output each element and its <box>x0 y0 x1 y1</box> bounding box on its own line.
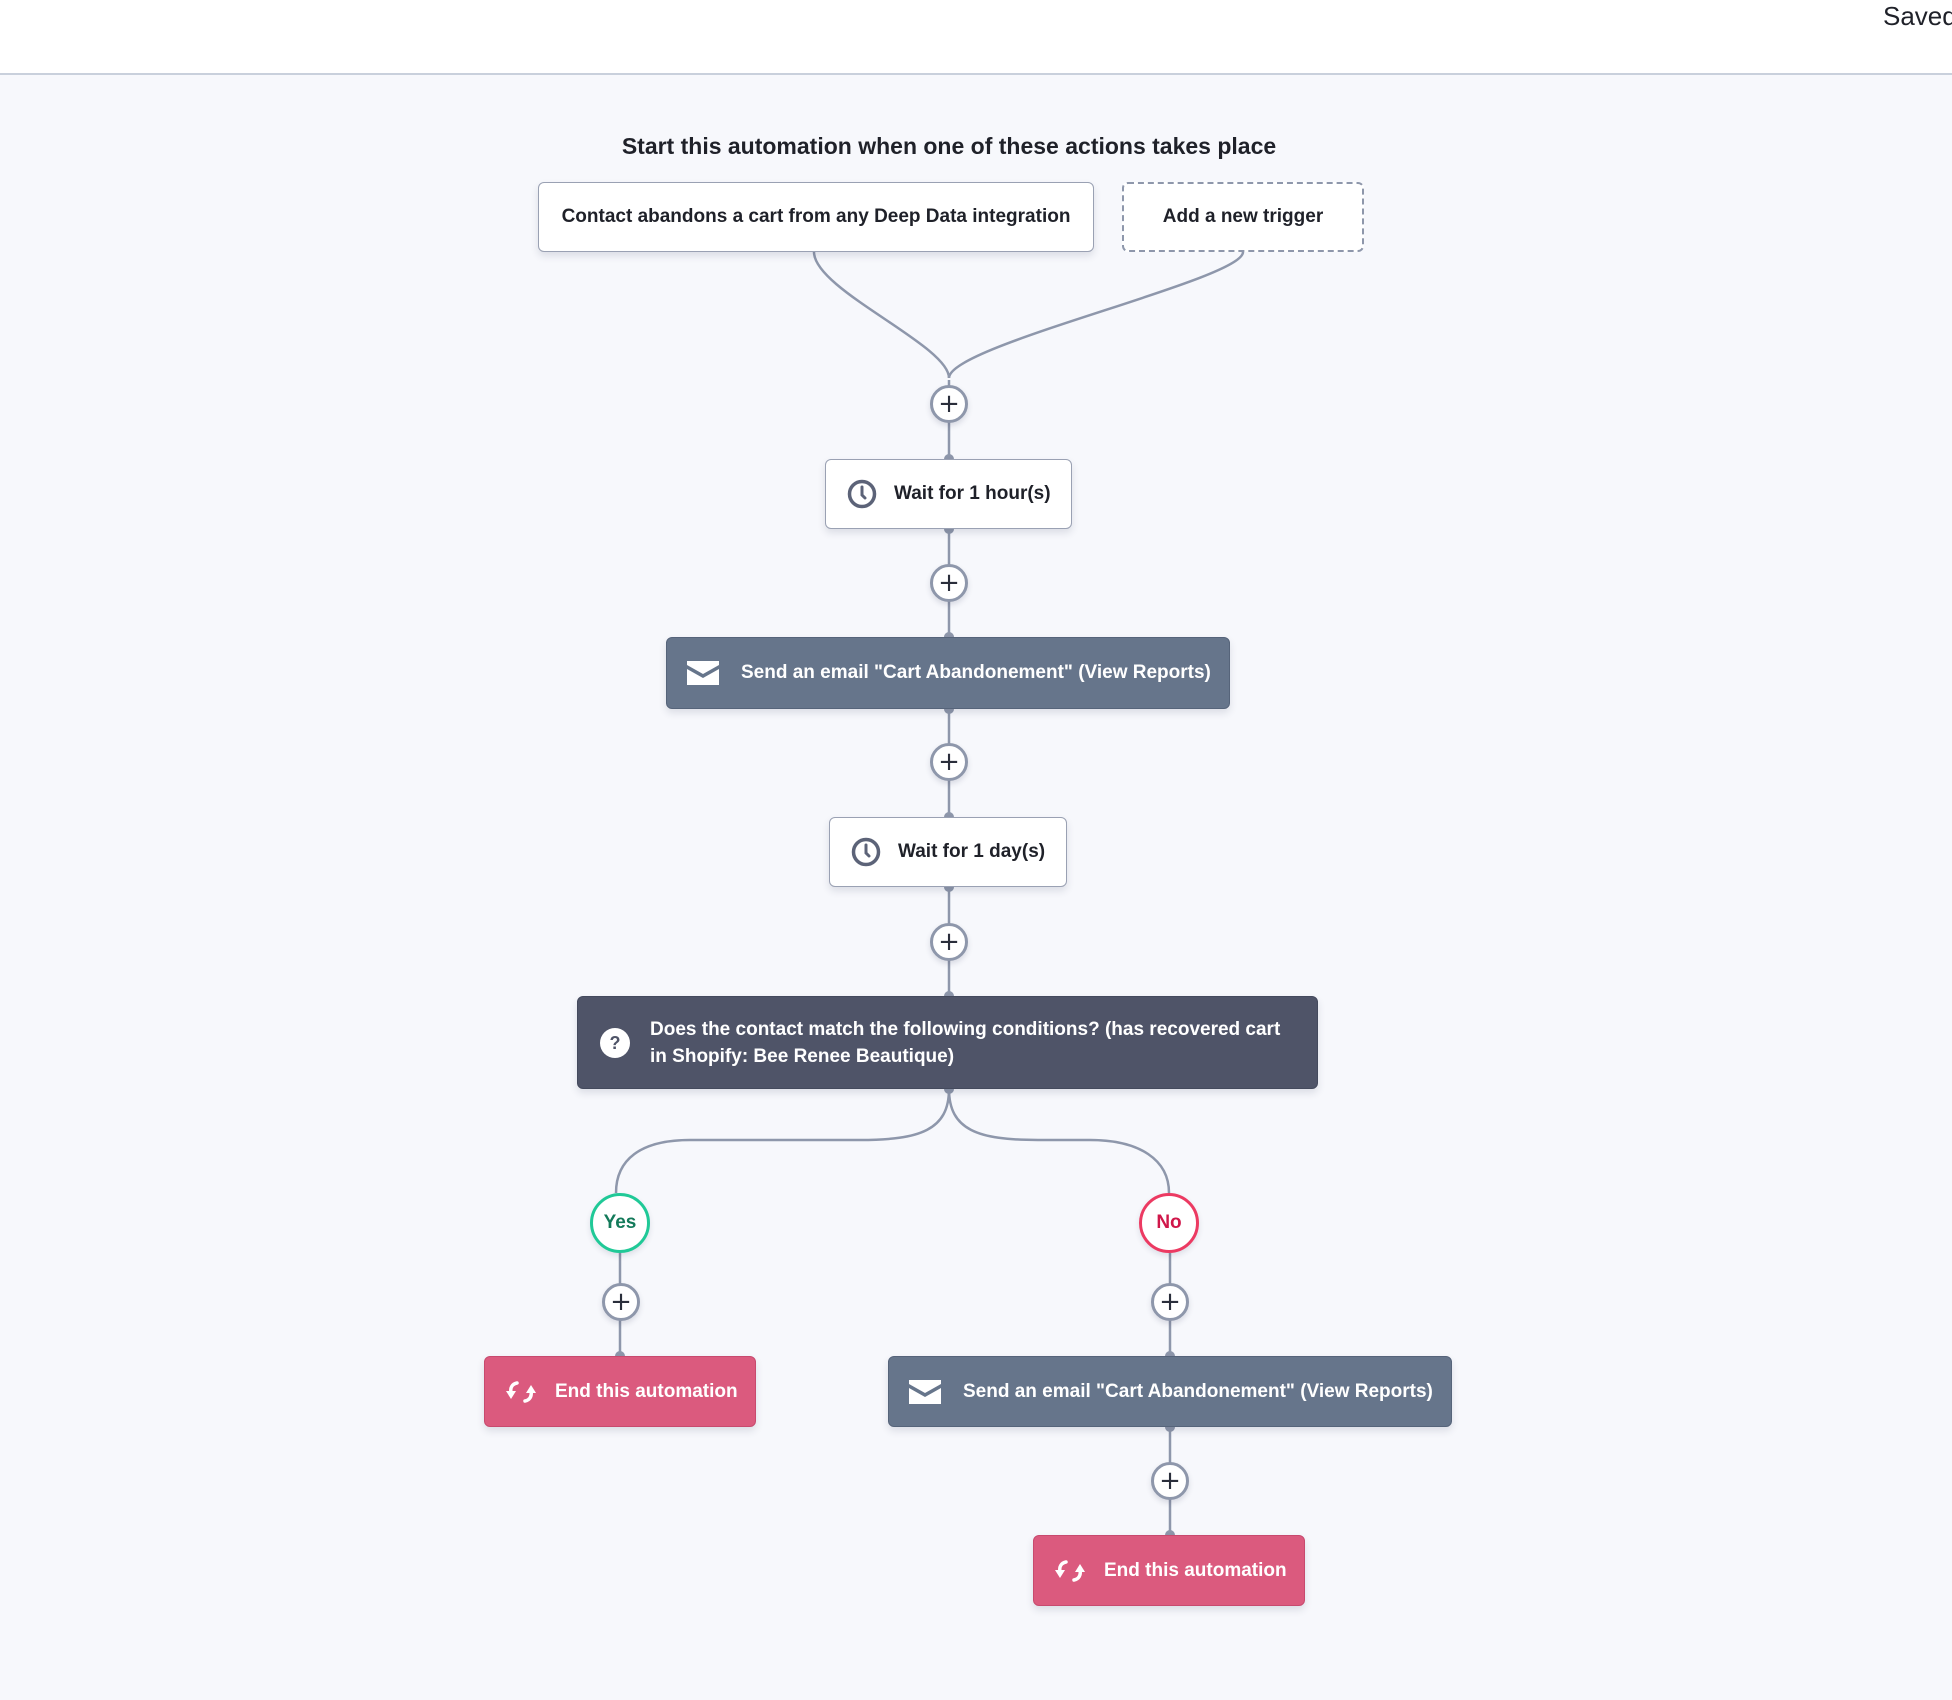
step-send-email[interactable]: Send an email "Cart Abandonement" (View … <box>666 637 1230 709</box>
connector-no-branch <box>947 1088 1171 1194</box>
envelope-icon <box>909 1379 941 1405</box>
branch-yes-label: Yes <box>603 1212 637 1233</box>
plus-icon: + <box>610 1287 632 1317</box>
plus-icon: + <box>938 927 960 957</box>
step-label: Send an email "Cart Abandonement" (View … <box>741 662 1211 683</box>
branch-yes-badge[interactable]: Yes <box>590 1193 650 1253</box>
add-trigger-label: Add a new trigger <box>1162 206 1324 227</box>
add-trigger-button[interactable]: Add a new trigger <box>1122 182 1364 252</box>
condition-label: Does the contact match the following con… <box>650 1018 1281 1067</box>
step-label: Send an email "Cart Abandonement" (View … <box>963 1380 1433 1402</box>
connector-yes-branch <box>614 1088 951 1194</box>
plus-icon: + <box>938 568 960 598</box>
branch-no-badge[interactable]: No <box>1139 1193 1199 1253</box>
add-step-button[interactable]: + <box>930 743 968 781</box>
add-step-button[interactable]: + <box>930 923 968 961</box>
envelope-icon <box>687 660 719 686</box>
step-end-automation-no[interactable]: End this automation <box>1033 1535 1305 1606</box>
connector-trigger-2 <box>947 251 1245 379</box>
clock-icon <box>846 478 878 510</box>
add-step-button-no[interactable]: + <box>1151 1283 1189 1321</box>
plus-icon: + <box>1159 1466 1181 1496</box>
connector-trigger-1 <box>812 251 951 379</box>
step-label: Wait for 1 hour(s) <box>894 483 1051 504</box>
step-label: Wait for 1 day(s) <box>898 841 1046 862</box>
svg-text:?: ? <box>610 1033 621 1053</box>
step-send-email-no-branch[interactable]: Send an email "Cart Abandonement" (View … <box>888 1356 1452 1427</box>
step-label: End this automation <box>1104 1559 1287 1581</box>
top-header-bar: Saved <box>0 0 1952 75</box>
step-label: End this automation <box>555 1380 738 1402</box>
add-step-button-yes[interactable]: + <box>602 1283 640 1321</box>
trigger-label: Contact abandons a cart from any Deep Da… <box>561 206 1071 227</box>
trigger-cart-abandoned[interactable]: Contact abandons a cart from any Deep Da… <box>538 182 1094 252</box>
question-icon: ? <box>600 1027 630 1058</box>
refresh-arrows-icon <box>1054 1557 1086 1585</box>
step-end-automation-yes[interactable]: End this automation <box>484 1356 756 1427</box>
add-step-button[interactable]: + <box>930 564 968 602</box>
step-condition[interactable]: ? Does the contact match the following c… <box>577 996 1318 1089</box>
plus-icon: + <box>938 389 960 419</box>
step-wait-1-hour[interactable]: Wait for 1 hour(s) <box>825 459 1072 529</box>
save-status: Saved <box>1883 1 1952 31</box>
branch-no-label: No <box>1156 1212 1182 1233</box>
plus-icon: + <box>938 747 960 777</box>
clock-icon <box>850 836 882 868</box>
add-step-button[interactable]: + <box>930 385 968 423</box>
add-step-button-no[interactable]: + <box>1151 1462 1189 1500</box>
step-wait-1-day[interactable]: Wait for 1 day(s) <box>829 817 1067 887</box>
trigger-section-title: Start this automation when one of these … <box>621 133 1277 159</box>
plus-icon: + <box>1159 1287 1181 1317</box>
refresh-arrows-icon <box>505 1378 537 1406</box>
